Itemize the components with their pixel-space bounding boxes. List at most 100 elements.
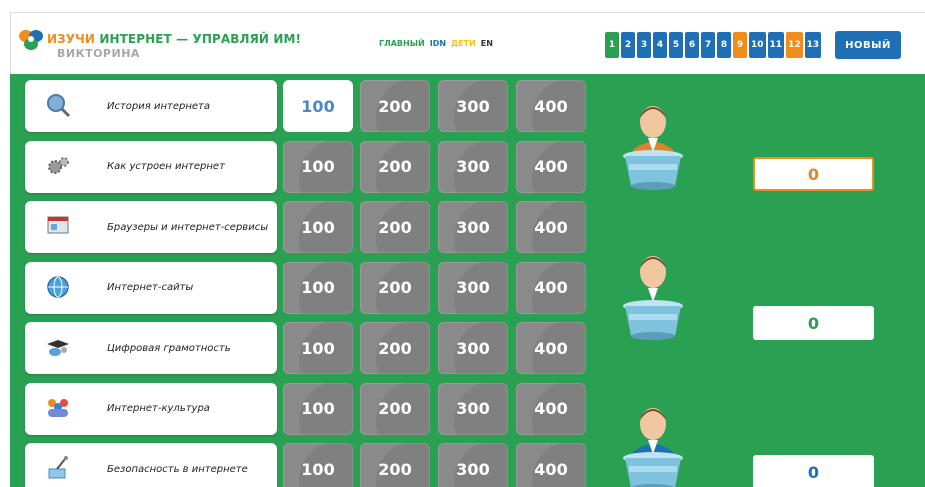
- player-green-icon: [623, 256, 683, 340]
- tile-points: 100: [301, 399, 335, 418]
- round-button-1[interactable]: 1: [605, 32, 619, 58]
- tile-points: 400: [534, 217, 568, 237]
- question-tile-400[interactable]: 400: [516, 322, 586, 374]
- tile-points: 300: [456, 157, 490, 176]
- tile-points: 200: [378, 459, 412, 479]
- tile-points: 200: [378, 338, 412, 358]
- question-tile-300[interactable]: 300: [438, 443, 508, 487]
- player-score[interactable]: 0: [753, 306, 874, 340]
- tile-points: 100: [301, 459, 335, 479]
- logo-icon[interactable]: [17, 27, 45, 53]
- header: ИЗУЧИ ИНТЕРНЕТ — УПРАВЛЯЙ ИМ! ВИКТОРИНА …: [10, 12, 925, 74]
- category-card: Интернет-сайты: [25, 261, 277, 314]
- question-tile-300[interactable]: 300: [438, 140, 508, 193]
- tile-points: 100: [301, 96, 335, 116]
- category-label: История интернета: [107, 100, 210, 112]
- category-label: Интернет-культура: [107, 403, 210, 414]
- new-game-button[interactable]: НОВЫЙ: [835, 31, 901, 59]
- category-label: Как устроен интернет: [107, 161, 225, 172]
- round-button-7[interactable]: 7: [701, 32, 715, 58]
- category-label: Безопасность в интернете: [107, 463, 248, 475]
- round-button-10[interactable]: 10: [749, 32, 766, 58]
- nav-en[interactable]: EN: [481, 39, 493, 48]
- category-card: Как устроен интернет: [25, 140, 277, 193]
- round-button-2[interactable]: 2: [621, 32, 635, 58]
- tile-points: 300: [456, 278, 490, 297]
- gears-icon: [48, 156, 69, 174]
- question-tile-100[interactable]: 100: [283, 140, 353, 193]
- round-button-6[interactable]: 6: [685, 32, 699, 58]
- question-tile-200[interactable]: 200: [360, 382, 430, 435]
- question-tile-200[interactable]: 200: [360, 443, 430, 487]
- question-tile-100[interactable]: 100: [283, 322, 353, 374]
- round-button-8[interactable]: 8: [717, 32, 731, 58]
- nav-idn[interactable]: IDN: [430, 39, 446, 48]
- player-orange-icon: [623, 106, 683, 190]
- tile-points: 300: [456, 217, 490, 237]
- question-tile-400[interactable]: 400: [516, 443, 586, 487]
- category-card: История интернета: [25, 80, 277, 132]
- round-button-11[interactable]: 11: [767, 32, 785, 58]
- question-tile-200[interactable]: 200: [360, 140, 430, 193]
- tile-points: 400: [534, 399, 568, 418]
- player-score[interactable]: 0: [753, 455, 874, 487]
- magnifier-globe-icon: [47, 94, 71, 118]
- question-tile-400[interactable]: 400: [516, 80, 586, 132]
- question-tile-100[interactable]: 100: [283, 443, 353, 487]
- category-card: Безопасность в интернете: [25, 443, 277, 487]
- tile-points: 300: [456, 459, 490, 479]
- nav-main[interactable]: ГЛАВНЫЙ: [379, 39, 425, 48]
- question-tile-300[interactable]: 300: [438, 261, 508, 314]
- question-tile-400[interactable]: 400: [516, 201, 586, 253]
- tile-points: 300: [456, 96, 490, 116]
- question-tile-100[interactable]: 100: [283, 80, 353, 132]
- round-selector: 1 2 3 4 5 6 7 8 9 10 11 12 13: [605, 32, 822, 58]
- brand-subtitle: ВИКТОРИНА: [57, 47, 140, 60]
- question-tile-400[interactable]: 400: [516, 382, 586, 435]
- question-tile-200[interactable]: 200: [360, 261, 430, 314]
- tile-points: 400: [534, 459, 568, 479]
- tile-points: 200: [378, 157, 412, 176]
- tile-points: 100: [301, 338, 335, 358]
- question-tile-200[interactable]: 200: [360, 322, 430, 374]
- question-tile-300[interactable]: 300: [438, 201, 508, 253]
- player-blue-icon: [623, 408, 683, 487]
- category-card: Интернет-культура: [25, 382, 277, 435]
- tile-points: 400: [534, 96, 568, 116]
- question-tile-100[interactable]: 100: [283, 382, 353, 435]
- question-tile-100[interactable]: 100: [283, 261, 353, 314]
- brand-part2: ИНТЕРНЕТ — УПРАВЛЯЙ ИМ!: [99, 32, 302, 46]
- satellite-icon: [48, 456, 68, 479]
- question-tile-400[interactable]: 400: [516, 261, 586, 314]
- round-button-4[interactable]: 4: [653, 32, 667, 58]
- tile-points: 400: [534, 278, 568, 297]
- category-card: Цифровая грамотность: [25, 322, 277, 374]
- tile-points: 200: [378, 96, 412, 116]
- question-tile-300[interactable]: 300: [438, 322, 508, 374]
- game-board: История интернета 100 200 300 400 Как устроен…: [10, 74, 925, 487]
- tile-points: 300: [456, 399, 490, 418]
- round-button-9[interactable]: 9: [733, 32, 747, 58]
- category-label: Цифровая грамотность: [107, 342, 231, 354]
- question-tile-300[interactable]: 300: [438, 382, 508, 435]
- tile-points: 200: [378, 278, 412, 297]
- question-tile-200[interactable]: 200: [360, 201, 430, 253]
- people-group-icon: [48, 398, 68, 417]
- question-tile-200[interactable]: 200: [360, 80, 430, 132]
- brand-title: ИЗУЧИ ИНТЕРНЕТ — УПРАВЛЯЙ ИМ!: [47, 32, 301, 46]
- round-button-5[interactable]: 5: [669, 32, 683, 58]
- tile-points: 400: [534, 338, 568, 358]
- round-button-13[interactable]: 13: [804, 32, 822, 58]
- question-tile-100[interactable]: 100: [283, 201, 353, 253]
- brand-part1: ИЗУЧИ: [47, 32, 96, 46]
- player-score[interactable]: 0: [753, 157, 874, 191]
- nav-kids[interactable]: ДЕТИ: [451, 39, 476, 48]
- tile-points: 100: [301, 278, 335, 297]
- browser-window-icon: [47, 216, 69, 234]
- round-button-3[interactable]: 3: [637, 32, 651, 58]
- question-tile-400[interactable]: 400: [516, 140, 586, 193]
- round-button-12[interactable]: 12: [786, 32, 803, 58]
- language-nav: ГЛАВНЫЙ IDN ДЕТИ EN: [379, 39, 493, 48]
- question-tile-300[interactable]: 300: [438, 80, 508, 132]
- tile-points: 100: [301, 217, 335, 237]
